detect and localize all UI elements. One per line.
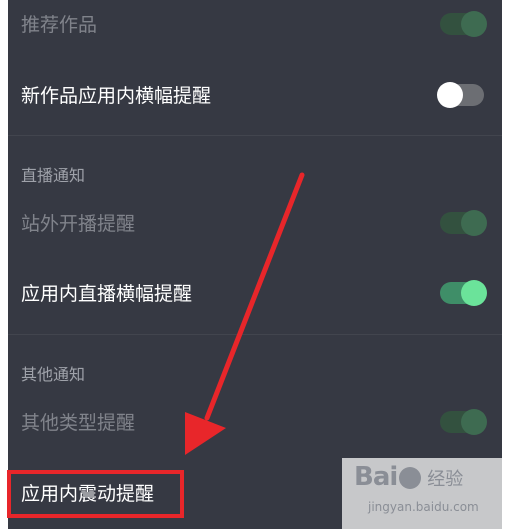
red-arrow-annotation xyxy=(185,172,305,455)
baidu-watermark: Bai 经验 jingyan.baidu.com xyxy=(342,458,510,529)
watermark-brand: Bai 经验 xyxy=(354,462,463,492)
watermark-brand-text: Bai xyxy=(354,462,398,492)
watermark-url: jingyan.baidu.com xyxy=(368,500,479,514)
paw-icon xyxy=(399,466,422,489)
watermark-jingyan: 经验 xyxy=(427,469,464,490)
highlight-box xyxy=(7,470,184,518)
arrow-shaft xyxy=(204,172,305,421)
